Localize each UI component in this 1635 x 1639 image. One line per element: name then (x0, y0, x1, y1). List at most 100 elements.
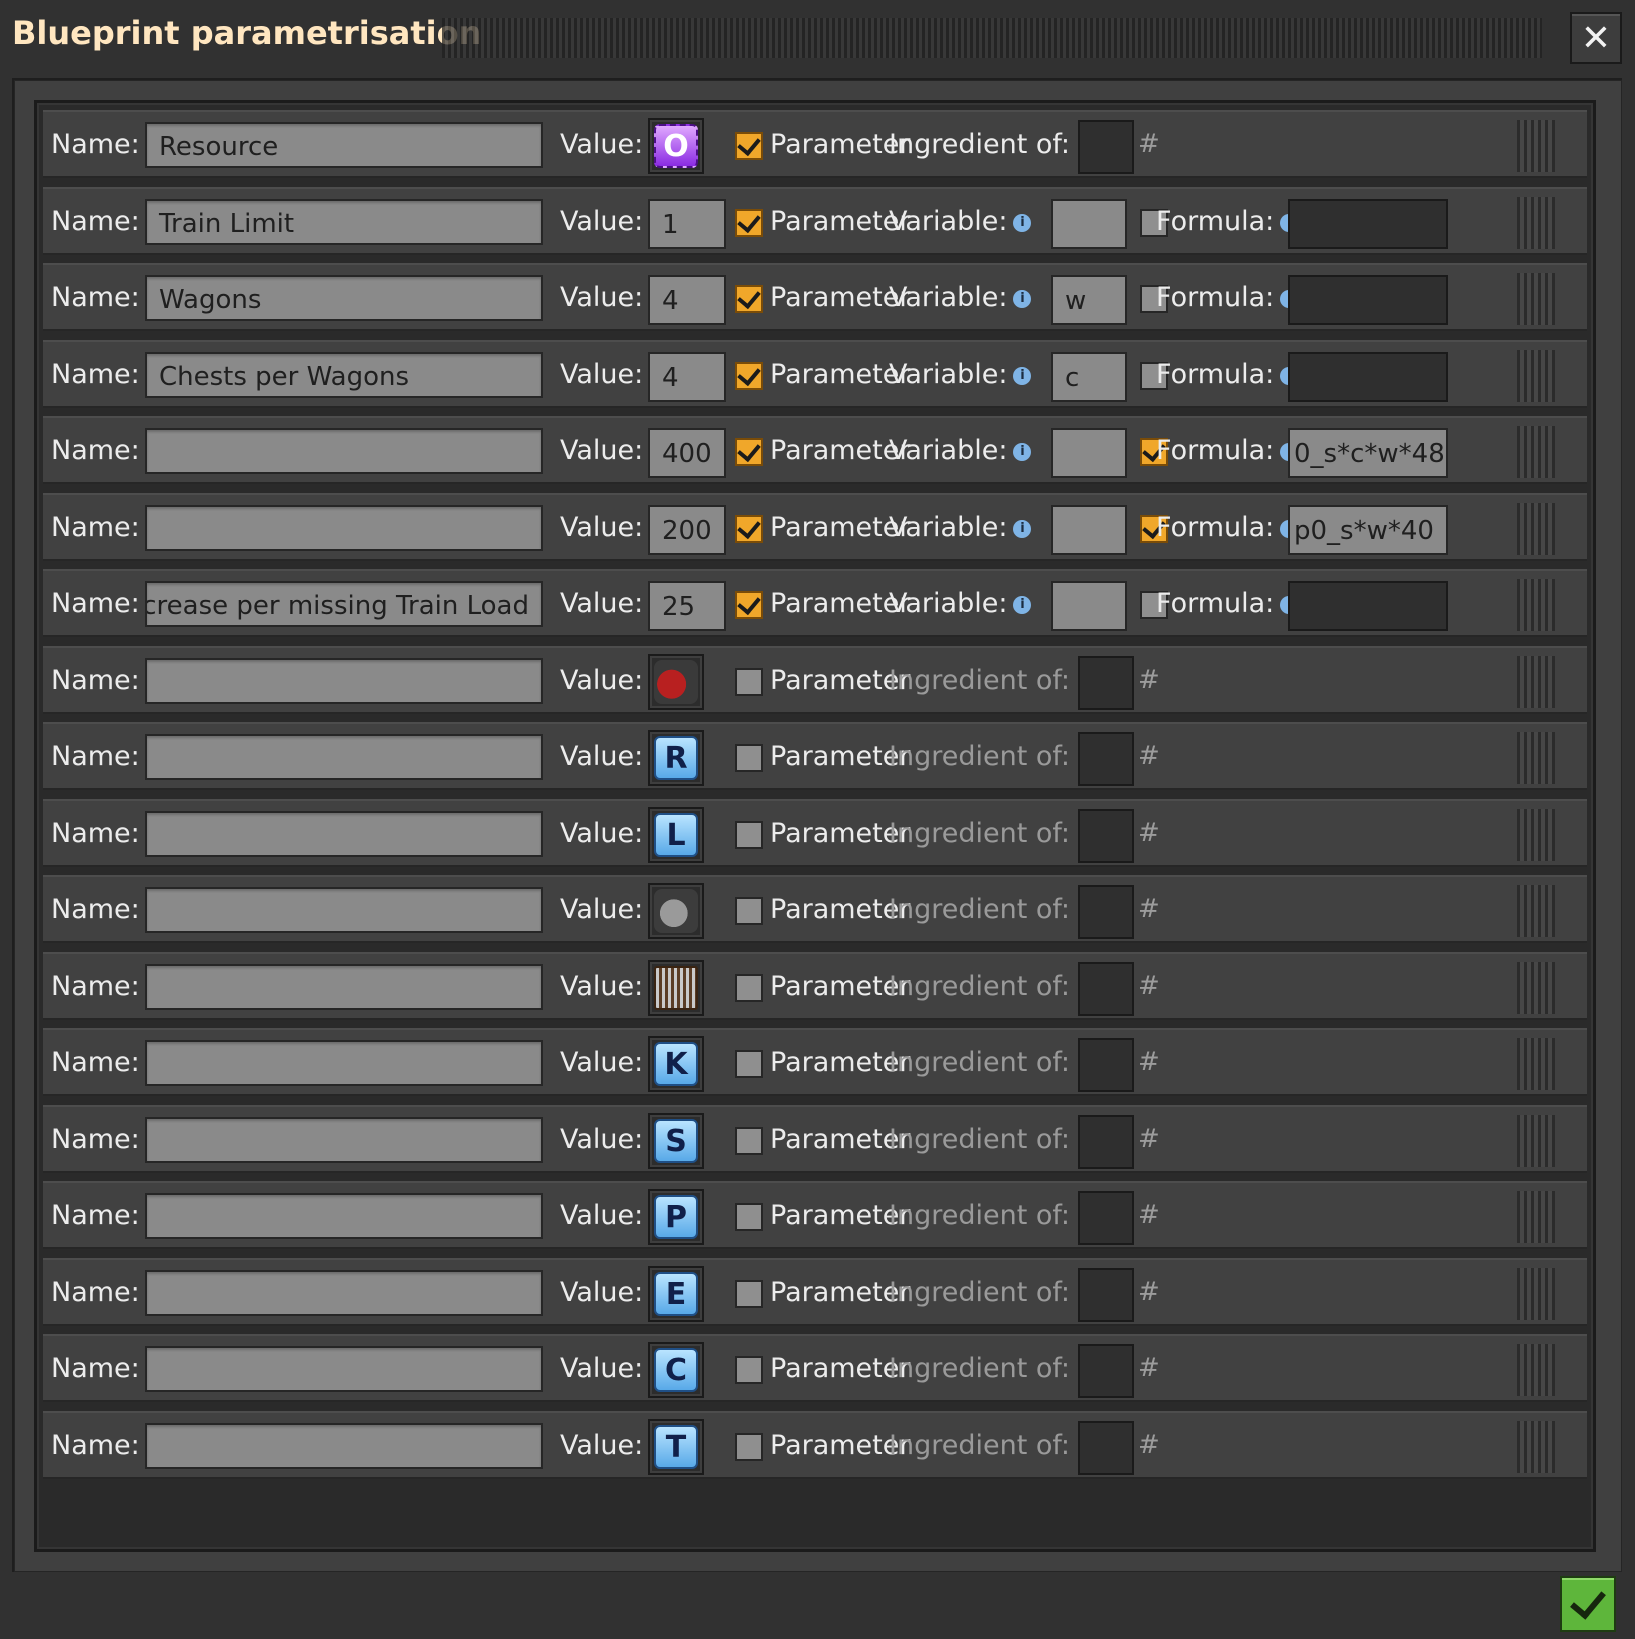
value-slot[interactable]: R (648, 730, 704, 786)
value-input[interactable]: 200 (648, 505, 726, 555)
value-input[interactable]: 4 (648, 275, 726, 325)
parameter-checkbox[interactable] (735, 744, 763, 772)
name-input[interactable] (145, 505, 543, 551)
drag-handle[interactable] (442, 18, 1542, 58)
ingredient-of-slot[interactable] (1078, 656, 1134, 710)
variable-input[interactable] (1051, 428, 1127, 478)
parameter-checkbox[interactable] (735, 1050, 763, 1078)
drag-grip[interactable] (1517, 885, 1555, 937)
drag-grip[interactable] (1517, 1115, 1555, 1167)
name-input[interactable] (145, 1346, 543, 1392)
variable-input[interactable] (1051, 581, 1127, 631)
parameter-checkbox[interactable] (735, 668, 763, 696)
name-input[interactable] (145, 1423, 543, 1469)
parameter-checkbox[interactable] (735, 515, 763, 543)
parameter-checkbox[interactable] (735, 1280, 763, 1308)
variable-input[interactable]: c (1051, 352, 1127, 402)
ingredient-of-slot[interactable] (1078, 1191, 1134, 1245)
value-slot[interactable]: T (648, 1419, 704, 1475)
value-slot[interactable]: K (648, 1036, 704, 1092)
ingredient-of-slot[interactable] (1078, 962, 1134, 1016)
ingredient-of-slot[interactable] (1078, 1038, 1134, 1092)
parameter-checkbox[interactable] (735, 1127, 763, 1155)
parameter-checkbox[interactable] (735, 1433, 763, 1461)
name-input[interactable] (145, 658, 543, 704)
parameter-checkbox[interactable] (735, 132, 763, 160)
parameter-checkbox[interactable] (735, 897, 763, 925)
name-input[interactable]: Wagons (145, 275, 543, 321)
ingredient-of-slot[interactable] (1078, 885, 1134, 939)
parameter-checkbox[interactable] (735, 821, 763, 849)
formula-input[interactable] (1288, 199, 1448, 249)
drag-grip[interactable] (1517, 273, 1555, 325)
value-input[interactable]: 4 (648, 352, 726, 402)
drag-grip[interactable] (1517, 1038, 1555, 1090)
drag-grip[interactable] (1517, 197, 1555, 249)
value-slot[interactable]: P (648, 1189, 704, 1245)
value-slot[interactable]: L (648, 807, 704, 863)
variable-input[interactable]: w (1051, 275, 1127, 325)
name-input[interactable] (145, 811, 543, 857)
name-input[interactable]: y Increase per missing Train Load (145, 581, 543, 627)
formula-input[interactable] (1288, 352, 1448, 402)
value-slot[interactable] (648, 960, 704, 1016)
ingredient-of-slot[interactable] (1078, 732, 1134, 786)
drag-grip[interactable] (1517, 656, 1555, 708)
parameter-checkbox[interactable] (735, 285, 763, 313)
drag-grip[interactable] (1517, 579, 1555, 631)
drag-grip[interactable] (1517, 1421, 1555, 1473)
parameter-checkbox[interactable] (735, 362, 763, 390)
ingredient-of-slot[interactable] (1078, 1268, 1134, 1322)
value-slot[interactable]: C (648, 1342, 704, 1398)
drag-grip[interactable] (1517, 503, 1555, 555)
name-input[interactable] (145, 1270, 543, 1316)
drag-grip[interactable] (1517, 120, 1555, 172)
parameter-checkbox[interactable] (735, 591, 763, 619)
value-slot[interactable]: E (648, 1266, 704, 1322)
name-input[interactable]: Train Limit (145, 199, 543, 245)
drag-grip[interactable] (1517, 1268, 1555, 1320)
value-slot[interactable] (648, 883, 704, 939)
parameter-checkbox[interactable] (735, 1203, 763, 1231)
ingredient-of-slot[interactable] (1078, 809, 1134, 863)
value-slot[interactable]: O (648, 118, 704, 174)
formula-input[interactable] (1288, 275, 1448, 325)
name-input[interactable] (145, 1117, 543, 1163)
formula-input[interactable]: 0_s*c*w*48 (1288, 428, 1448, 478)
value-input[interactable]: 1 (648, 199, 726, 249)
drag-grip[interactable] (1517, 426, 1555, 478)
value-input[interactable]: 400 (648, 428, 726, 478)
value-label: Value: (560, 359, 644, 390)
name-input[interactable] (145, 1193, 543, 1239)
name-input[interactable]: Resource (145, 122, 543, 168)
drag-grip[interactable] (1517, 732, 1555, 784)
parameter-checkbox[interactable] (735, 209, 763, 237)
drag-grip[interactable] (1517, 1191, 1555, 1243)
value-slot[interactable]: S (648, 1113, 704, 1169)
variable-input[interactable] (1051, 505, 1127, 555)
parameter-checkbox[interactable] (735, 1356, 763, 1384)
ingredient-of-slot[interactable] (1078, 1421, 1134, 1475)
drag-grip[interactable] (1517, 809, 1555, 861)
formula-input[interactable] (1288, 581, 1448, 631)
name-input[interactable]: Chests per Wagons (145, 352, 543, 398)
close-button[interactable]: ✕ (1570, 12, 1622, 64)
drag-grip[interactable] (1517, 1344, 1555, 1396)
name-input[interactable] (145, 887, 543, 933)
parameter-checkbox[interactable] (735, 438, 763, 466)
value-slot[interactable] (648, 654, 704, 710)
name-input[interactable] (145, 734, 543, 780)
ingredient-of-slot[interactable] (1078, 1344, 1134, 1398)
parameter-checkbox[interactable] (735, 974, 763, 1002)
ingredient-of-slot[interactable] (1078, 1115, 1134, 1169)
formula-input[interactable]: p0_s*w*40 (1288, 505, 1448, 555)
ingredient-of-slot[interactable] (1078, 120, 1134, 174)
drag-grip[interactable] (1517, 962, 1555, 1014)
value-input[interactable]: 25 (648, 581, 726, 631)
name-input[interactable] (145, 1040, 543, 1086)
variable-input[interactable] (1051, 199, 1127, 249)
drag-grip[interactable] (1517, 350, 1555, 402)
confirm-button[interactable] (1560, 1576, 1616, 1632)
name-input[interactable] (145, 964, 543, 1010)
name-input[interactable] (145, 428, 543, 474)
